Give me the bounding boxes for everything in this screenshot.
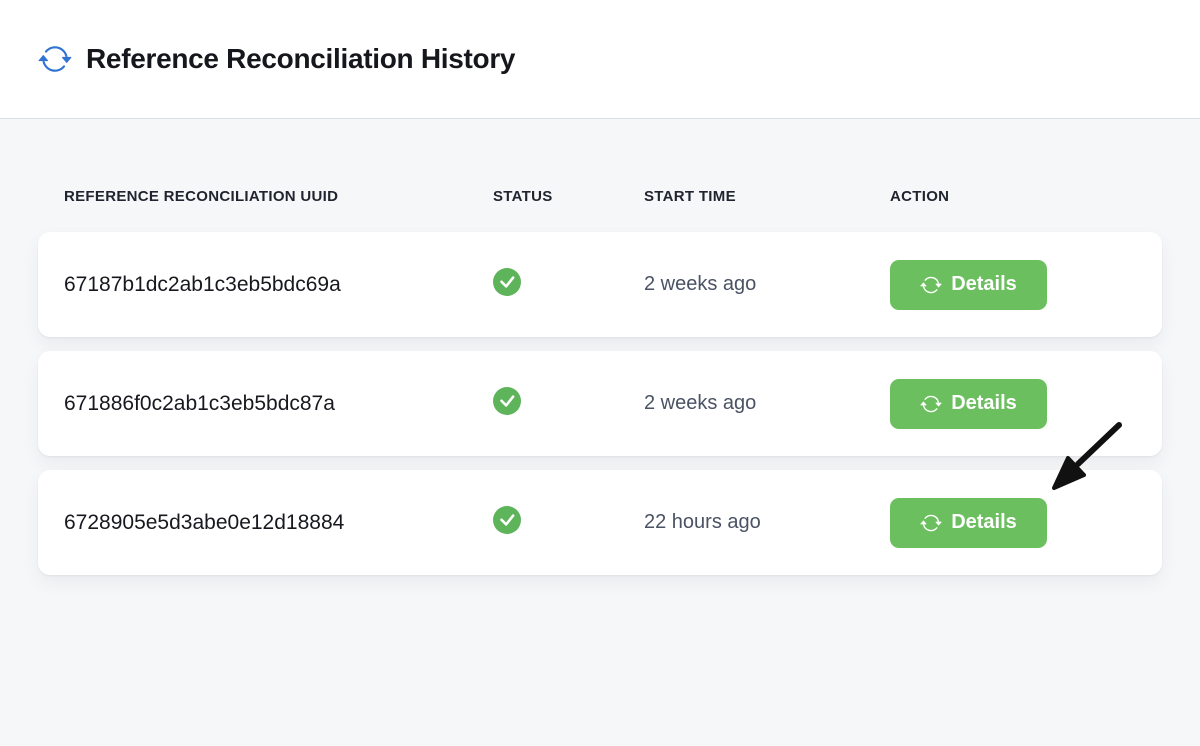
refresh-icon — [920, 393, 942, 415]
check-circle-icon — [493, 506, 521, 534]
check-circle-icon — [493, 268, 521, 296]
details-button[interactable]: Details — [890, 260, 1047, 310]
history-table: REFERENCE RECONCILIATION UUID STATUS STA… — [0, 119, 1200, 575]
details-button[interactable]: Details — [890, 379, 1047, 429]
table-row: 671886f0c2ab1c3eb5bdc87a 2 weeks ago Det… — [38, 351, 1162, 456]
table-header-row: REFERENCE RECONCILIATION UUID STATUS STA… — [38, 188, 1162, 205]
page-header: Reference Reconciliation History — [0, 0, 1200, 119]
start-time-cell: 2 weeks ago — [644, 273, 890, 296]
page-title: Reference Reconciliation History — [86, 43, 515, 75]
details-button-label: Details — [951, 392, 1017, 415]
refresh-icon — [920, 274, 942, 296]
uuid-cell: 67187b1dc2ab1c3eb5bdc69a — [64, 273, 493, 297]
table-row: 6728905e5d3abe0e12d18884 22 hours ago De… — [38, 470, 1162, 575]
column-header-action: ACTION — [890, 188, 1136, 205]
start-time-cell: 2 weeks ago — [644, 392, 890, 415]
details-button-label: Details — [951, 511, 1017, 534]
check-circle-icon — [493, 387, 521, 415]
uuid-cell: 6728905e5d3abe0e12d18884 — [64, 511, 493, 535]
refresh-icon — [920, 512, 942, 534]
details-button-label: Details — [951, 273, 1017, 296]
column-header-start-time: START TIME — [644, 188, 890, 205]
details-button[interactable]: Details — [890, 498, 1047, 548]
refresh-icon — [38, 42, 72, 76]
column-header-status: STATUS — [493, 188, 644, 205]
uuid-cell: 671886f0c2ab1c3eb5bdc87a — [64, 392, 493, 416]
table-row: 67187b1dc2ab1c3eb5bdc69a 2 weeks ago Det… — [38, 232, 1162, 337]
start-time-cell: 22 hours ago — [644, 511, 890, 534]
column-header-uuid: REFERENCE RECONCILIATION UUID — [64, 188, 493, 205]
